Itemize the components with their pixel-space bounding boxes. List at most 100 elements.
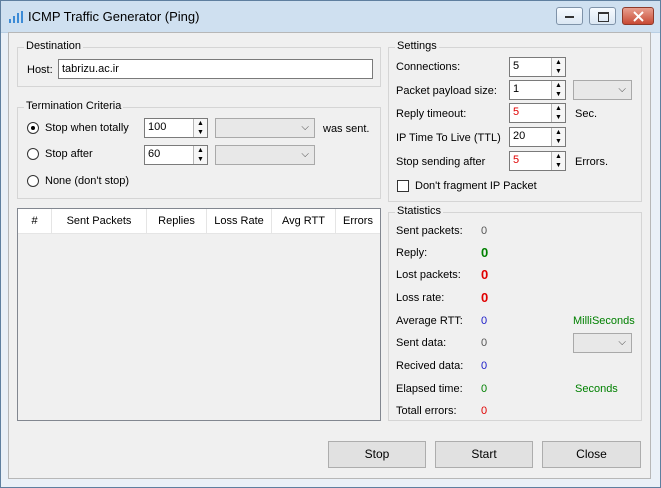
stop-totally-label: Stop when totally: [45, 122, 129, 134]
chevron-down-icon: ⌵: [301, 122, 309, 133]
column-header[interactable]: Loss Rate: [207, 209, 272, 233]
elapsed-time-value: 0: [481, 383, 488, 395]
stop-totally-unit-select[interactable]: ⌵: [215, 118, 315, 138]
destination-group-title: Destination: [24, 40, 84, 52]
payload-unit-select[interactable]: ⌵: [573, 80, 632, 100]
none-label: None (don't stop): [45, 175, 130, 187]
minimize-icon: [565, 16, 574, 18]
reply-timeout-spinner[interactable]: 5 ▲ ▼: [509, 103, 566, 123]
stop-after-radio[interactable]: [27, 148, 39, 160]
spinner-arrows[interactable]: ▲ ▼: [551, 58, 565, 76]
ttl-value: 20: [513, 130, 526, 142]
none-radio[interactable]: [27, 175, 39, 187]
recv-data-label: Recived data:: [396, 360, 464, 372]
stop-totally-spinner[interactable]: 100 ▲ ▼: [144, 118, 208, 138]
minimize-button[interactable]: [556, 7, 583, 25]
arrow-down-icon[interactable]: ▼: [194, 128, 207, 137]
column-header[interactable]: Avg RTT: [272, 209, 336, 233]
start-button[interactable]: Start: [435, 441, 533, 468]
arrow-up-icon[interactable]: ▲: [194, 146, 207, 155]
maximize-icon: [598, 12, 609, 22]
reply-value: 0: [481, 245, 489, 260]
settings-group-title: Settings: [395, 40, 439, 52]
recv-data-value: 0: [481, 360, 488, 372]
table-header: # Sent Packets Replies Loss Rate Avg RTT…: [18, 209, 380, 234]
column-header[interactable]: #: [18, 209, 52, 233]
was-sent-label: was sent.: [323, 123, 370, 135]
arrow-up-icon[interactable]: ▲: [552, 128, 565, 137]
total-errors-label: Totall errors:: [396, 405, 457, 417]
termination-group-title: Termination Criteria: [24, 100, 124, 112]
column-header[interactable]: Replies: [147, 209, 207, 233]
reply-timeout-label: Reply timeout:: [396, 108, 467, 120]
stop-button[interactable]: Stop: [328, 441, 426, 468]
stop-totally-value: 100: [148, 121, 167, 133]
payload-value: 1: [513, 83, 520, 95]
stop-totally-radio[interactable]: [27, 122, 39, 134]
avg-rtt-value: 0: [481, 315, 488, 327]
stop-sending-spinner[interactable]: 5 ▲ ▼: [509, 151, 566, 171]
stop-after-spinner[interactable]: 60 ▲ ▼: [144, 145, 208, 165]
lost-packets-label: Lost packets:: [396, 269, 461, 281]
host-input[interactable]: tabrizu.ac.ir: [58, 59, 373, 79]
spinner-arrows[interactable]: ▲ ▼: [551, 128, 565, 146]
stop-sending-label: Stop sending after: [396, 156, 486, 168]
spinner-arrows[interactable]: ▲ ▼: [551, 104, 565, 122]
arrow-down-icon[interactable]: ▼: [194, 155, 207, 164]
milliseconds-label: MilliSeconds: [573, 315, 635, 327]
statistics-group-title: Statistics: [395, 205, 444, 217]
payload-spinner[interactable]: 1 ▲ ▼: [509, 80, 566, 100]
sec-label: Sec.: [575, 108, 598, 120]
stop-after-label: Stop after: [45, 148, 93, 160]
ttl-spinner[interactable]: 20 ▲ ▼: [509, 127, 566, 147]
errors-label: Errors.: [575, 156, 608, 168]
arrow-up-icon[interactable]: ▲: [194, 119, 207, 128]
connections-value: 5: [513, 60, 520, 72]
arrow-up-icon[interactable]: ▲: [552, 81, 565, 90]
arrow-up-icon[interactable]: ▲: [552, 152, 565, 161]
arrow-up-icon[interactable]: ▲: [552, 104, 565, 113]
seconds-label: Seconds: [575, 383, 618, 395]
host-label: Host:: [27, 64, 53, 76]
spinner-arrows[interactable]: ▲ ▼: [193, 146, 207, 164]
reply-timeout-value: 5: [513, 106, 520, 118]
signal-icon: [9, 11, 23, 23]
payload-label: Packet payload size:: [396, 85, 497, 97]
arrow-down-icon[interactable]: ▼: [552, 137, 565, 146]
stop-after-value: 60: [148, 148, 161, 160]
arrow-down-icon[interactable]: ▼: [552, 161, 565, 170]
connections-spinner[interactable]: 5 ▲ ▼: [509, 57, 566, 77]
lost-packets-value: 0: [481, 267, 489, 282]
stop-after-unit-select[interactable]: ⌵: [215, 145, 315, 165]
stop-sending-value: 5: [513, 154, 520, 166]
loss-rate-value: 0: [481, 290, 489, 305]
dont-fragment-checkbox[interactable]: [397, 180, 409, 192]
results-table[interactable]: # Sent Packets Replies Loss Rate Avg RTT…: [17, 208, 381, 421]
window-title: ICMP Traffic Generator (Ping): [28, 9, 200, 24]
chevron-down-icon: ⌵: [618, 337, 626, 348]
arrow-down-icon[interactable]: ▼: [552, 113, 565, 122]
close-window-button[interactable]: [622, 7, 654, 25]
chevron-down-icon: ⌵: [618, 84, 626, 95]
spinner-arrows[interactable]: ▲ ▼: [193, 119, 207, 137]
column-header[interactable]: Errors: [336, 209, 380, 233]
chevron-down-icon: ⌵: [301, 149, 309, 160]
avg-rtt-label: Average RTT:: [396, 315, 463, 327]
spinner-arrows[interactable]: ▲ ▼: [551, 81, 565, 99]
spinner-arrows[interactable]: ▲ ▼: [551, 152, 565, 170]
maximize-button[interactable]: [589, 7, 616, 25]
title-bar[interactable]: ICMP Traffic Generator (Ping): [1, 1, 660, 33]
arrow-up-icon[interactable]: ▲: [552, 58, 565, 67]
sent-packets-value: 0: [481, 225, 488, 237]
elapsed-time-label: Elapsed time:: [396, 383, 463, 395]
column-header[interactable]: Sent Packets: [52, 209, 147, 233]
close-icon: [633, 11, 644, 22]
sent-data-label: Sent data:: [396, 337, 447, 349]
data-unit-select[interactable]: ⌵: [573, 333, 632, 353]
connections-label: Connections:: [396, 61, 461, 73]
arrow-down-icon[interactable]: ▼: [552, 67, 565, 76]
close-button[interactable]: Close: [542, 441, 641, 468]
arrow-down-icon[interactable]: ▼: [552, 90, 565, 99]
dont-fragment-label: Don't fragment IP Packet: [415, 180, 537, 192]
reply-label: Reply:: [396, 247, 428, 259]
